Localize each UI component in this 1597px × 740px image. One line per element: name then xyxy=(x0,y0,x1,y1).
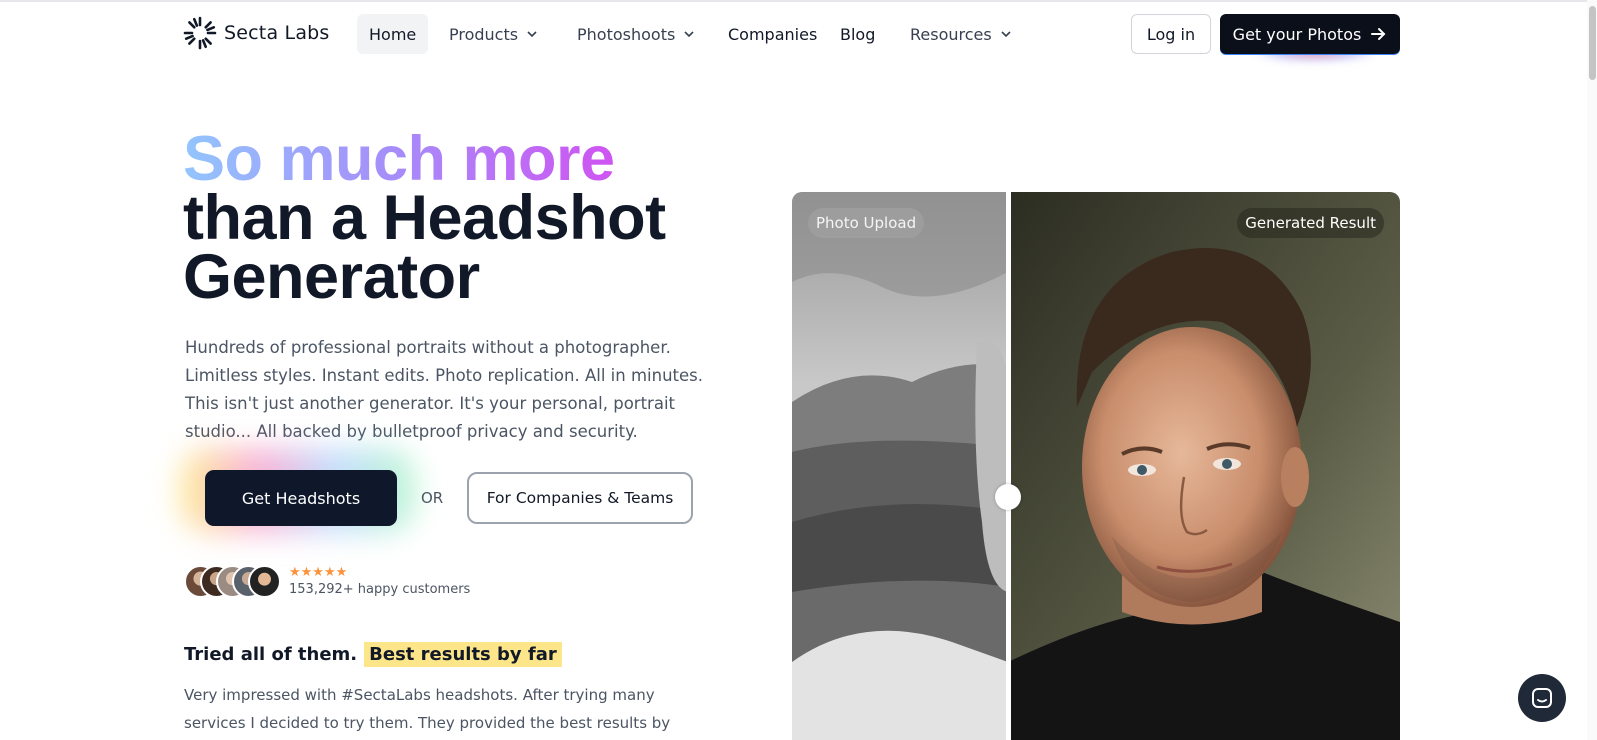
or-separator: OR xyxy=(421,489,444,507)
hero-title-highlight: So much more xyxy=(183,128,666,191)
photo-upload-label: Photo Upload xyxy=(808,208,925,238)
customer-count: 153,292+ happy customers xyxy=(289,582,471,597)
nav-blog-label: Blog xyxy=(840,24,876,44)
nav-home[interactable]: Home xyxy=(357,14,429,54)
brand-logo[interactable]: Secta Labs xyxy=(182,14,330,52)
testimonial-quote: Very impressed with #SectaLabs headshots… xyxy=(184,686,671,732)
testimonial-title: Tried all of them. xyxy=(184,644,358,665)
comparison-divider[interactable] xyxy=(1006,192,1011,740)
nav-companies[interactable]: Companies xyxy=(716,14,829,54)
navbar: Secta Labs Home Products Photoshoots Com… xyxy=(0,0,1597,68)
get-photos-label: Get your Photos xyxy=(1232,24,1362,44)
companies-teams-button[interactable]: For Companies & Teams xyxy=(467,472,693,524)
testimonial-highlight: Best results by far xyxy=(364,642,562,667)
hero-title-line2: than a Headshot xyxy=(183,183,666,253)
before-after-comparison[interactable]: Photo Upload Generated Result xyxy=(792,192,1400,740)
brand-name: Secta Labs xyxy=(224,22,330,44)
nav-products-label: Products xyxy=(449,24,519,44)
nav-products[interactable]: Products xyxy=(437,14,550,54)
avatar xyxy=(248,565,281,598)
chevron-down-icon xyxy=(684,31,694,38)
get-headshots-button[interactable]: Get Headshots xyxy=(205,470,397,526)
chevron-down-icon xyxy=(527,31,537,38)
login-button[interactable]: Log in xyxy=(1131,14,1211,54)
nav-resources[interactable]: Resources xyxy=(898,14,1024,54)
arrow-right-icon xyxy=(1371,28,1386,40)
scrollbar-thumb[interactable] xyxy=(1589,6,1596,80)
hero-title-line3: Generator xyxy=(183,242,480,312)
rating-stars: ★★★★★ xyxy=(289,565,348,580)
nav-home-label: Home xyxy=(369,24,417,44)
chat-launcher-button[interactable] xyxy=(1518,674,1566,722)
chevron-down-icon xyxy=(1001,31,1011,38)
testimonial-heading: Tried all of them. Best results by far xyxy=(184,642,562,667)
logo-spinner-icon xyxy=(183,16,217,50)
nav-blog[interactable]: Blog xyxy=(828,14,887,54)
nav-photoshoots-label: Photoshoots xyxy=(577,24,676,44)
hero-title: So much more than a Headshot Generator xyxy=(183,128,666,312)
get-photos-button[interactable]: Get your Photos xyxy=(1220,14,1400,54)
hero-subtitle: Hundreds of professional portraits witho… xyxy=(185,338,703,441)
nav-resources-label: Resources xyxy=(910,24,992,44)
nav-photoshoots[interactable]: Photoshoots xyxy=(565,14,707,54)
nav-companies-label: Companies xyxy=(728,24,818,44)
comparison-slider-handle[interactable] xyxy=(995,484,1021,510)
generated-result-label: Generated Result xyxy=(1237,208,1384,238)
comparison-image xyxy=(792,192,1400,740)
scrollbar-track[interactable] xyxy=(1587,0,1597,740)
chat-icon xyxy=(1532,688,1552,708)
